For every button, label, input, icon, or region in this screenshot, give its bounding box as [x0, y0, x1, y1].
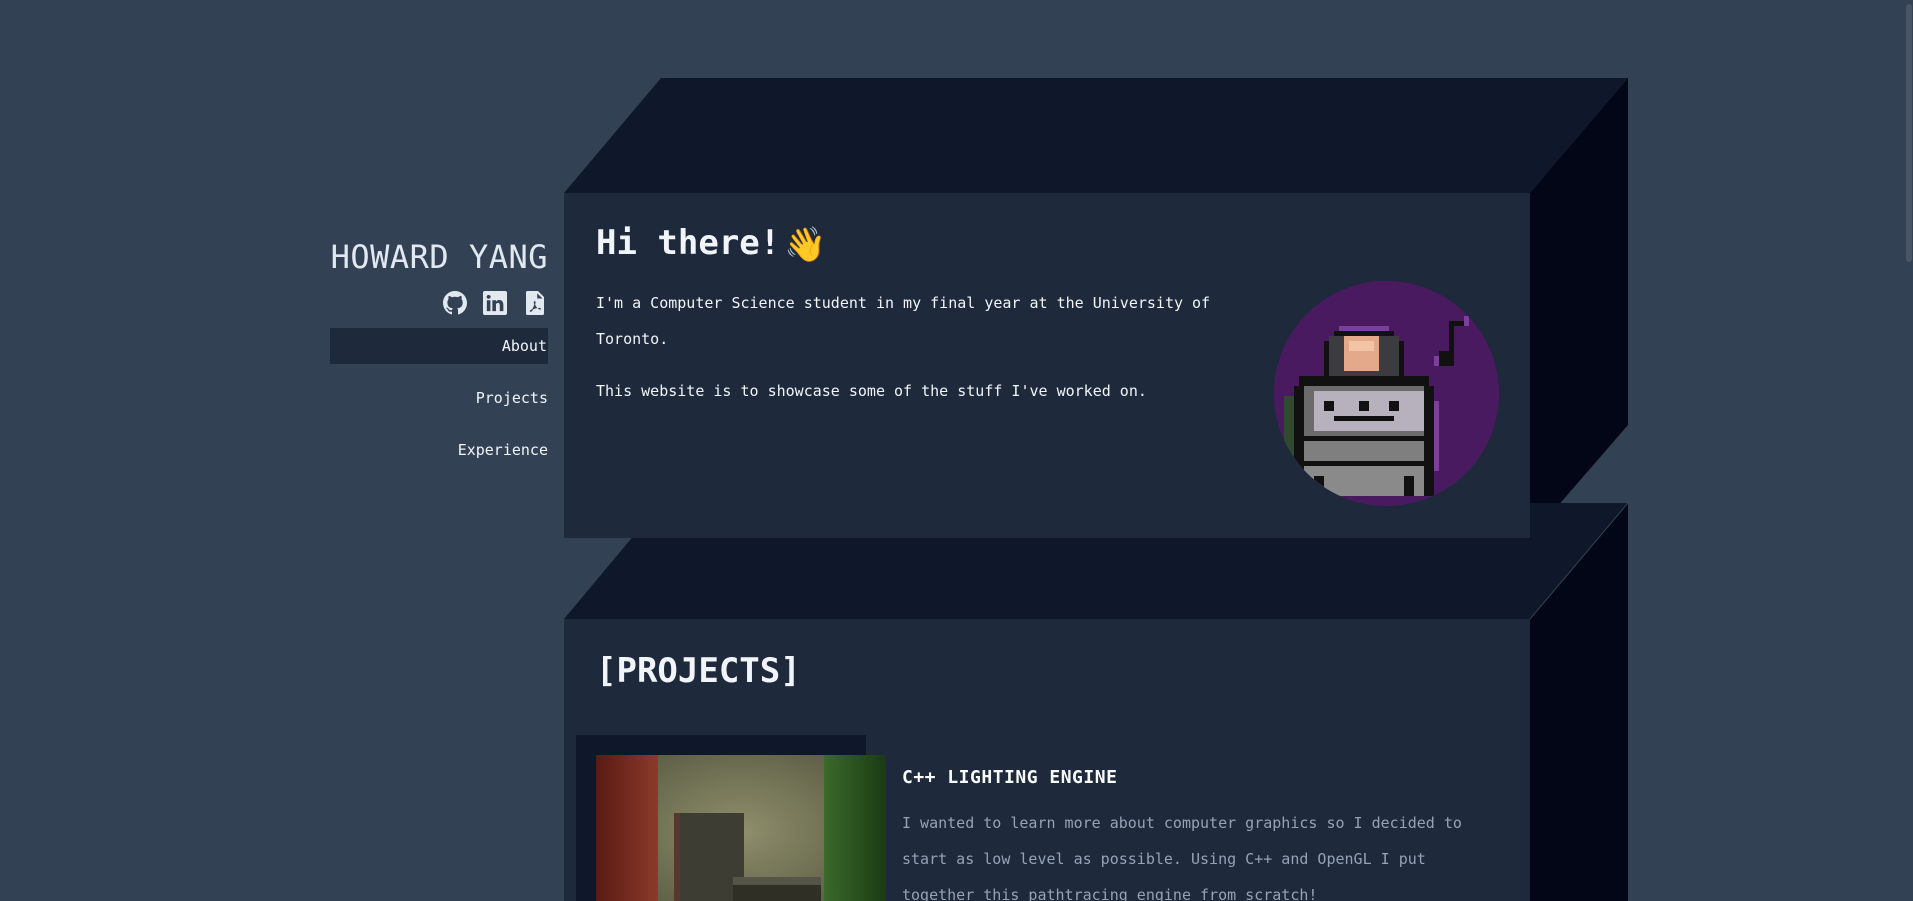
page: HOWARD YANG About Projects Experience Hi…: [0, 0, 1913, 901]
scrollbar[interactable]: [1905, 0, 1913, 901]
site-title: HOWARD YANG: [330, 238, 548, 276]
nav-item-experience[interactable]: Experience: [330, 432, 548, 468]
project-title[interactable]: C++ LIGHTING ENGINE: [902, 767, 1117, 788]
scrollbar-thumb[interactable]: [1906, 4, 1912, 262]
project-description: I wanted to learn more about computer gr…: [902, 814, 1462, 901]
wave-icon: 👋: [784, 225, 827, 265]
linkedin-icon: [483, 291, 507, 315]
main-nav: About Projects Experience: [330, 328, 548, 468]
social-links: [330, 288, 548, 318]
github-link[interactable]: [442, 290, 468, 316]
pixel-avatar-image: [1274, 281, 1499, 506]
github-icon: [443, 291, 467, 315]
about-heading: Hi there! 👋: [596, 223, 827, 265]
about-body: I'm a Computer Science student in my fin…: [596, 285, 1216, 425]
nav-item-about[interactable]: About: [330, 328, 548, 364]
projects-card: [PROJECTS] C++ LIGHTING ENGINE I wanted …: [564, 619, 1530, 901]
about-card: Hi there! 👋 I'm a Computer Science studen…: [564, 193, 1530, 538]
project-thumbnail[interactable]: [596, 755, 886, 901]
greeting-text: Hi there!: [596, 223, 781, 263]
avatar: [1274, 281, 1499, 506]
pdf-icon: [526, 291, 544, 315]
projects-heading: [PROJECTS]: [596, 651, 801, 691]
about-paragraph: I'm a Computer Science student in my fin…: [596, 294, 1211, 348]
sidebar: HOWARD YANG About Projects Experience: [330, 232, 548, 484]
linkedin-link[interactable]: [482, 290, 508, 316]
nav-item-projects[interactable]: Projects: [330, 380, 548, 416]
cornell-box-render-image: [596, 755, 886, 901]
about-paragraph: This website is to showcase some of the …: [596, 382, 1147, 400]
resume-link[interactable]: [522, 290, 548, 316]
